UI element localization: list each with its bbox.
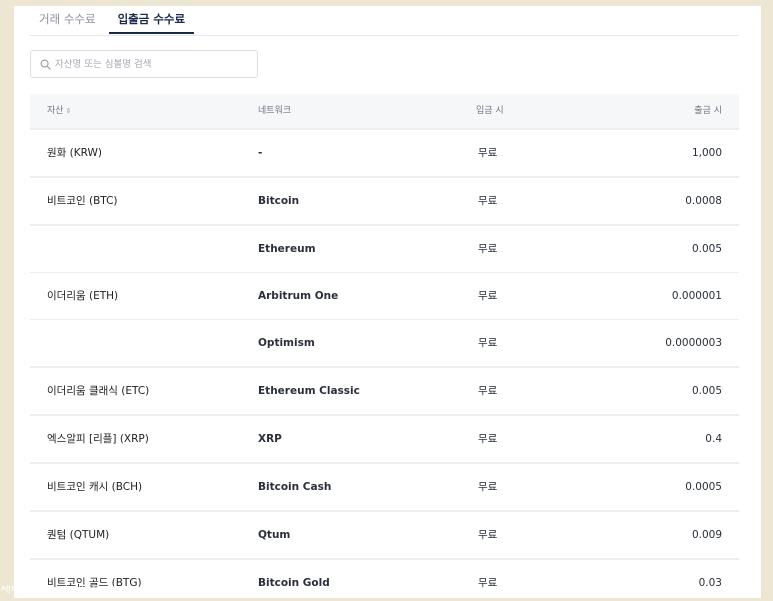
network-name: XRP bbox=[258, 433, 282, 445]
withdraw-fee: 0.000001 bbox=[671, 290, 722, 302]
withdraw-fee: 0.4 bbox=[705, 433, 722, 445]
header-network: 네트워크 bbox=[258, 106, 292, 116]
header-deposit: 입금 시 bbox=[476, 106, 504, 116]
deposit-fee: 무료 bbox=[478, 337, 498, 349]
table-row[interactable]: 엑스알피 [리플] (XRP) XRP 무료 0.4 bbox=[30, 415, 739, 463]
tab-trading-fee[interactable]: 거래 수수료 bbox=[30, 6, 105, 34]
deposit-fee: 무료 bbox=[478, 529, 498, 541]
table-row[interactable]: 비트코인 골드 (BTG) Bitcoin Gold 무료 0.03 bbox=[30, 559, 739, 598]
table-row[interactable]: 원화 (KRW) - 무료 1,000 bbox=[30, 129, 739, 177]
network-row: Bitcoin 무료 0.0008 bbox=[30, 177, 739, 224]
fee-panel: 거래 수수료 입출금 수수료 자산⇕ 네트워크 입금 시 출금 시 원화 (KR… bbox=[14, 6, 761, 598]
network-name: - bbox=[258, 147, 263, 159]
withdraw-fee: 0.03 bbox=[698, 577, 722, 589]
fee-table: 자산 ⇕ 네트워크 입금 시 출금 시 원화 (KRW) - 무료 1,000 비트코인 … bbox=[30, 94, 739, 598]
sort-icon[interactable]: ⇕ bbox=[66, 107, 72, 115]
table-row[interactable]: 퀀텀 (QTUM) Qtum 무료 0.009 bbox=[30, 511, 739, 559]
withdraw-fee: 0.005 bbox=[691, 243, 722, 255]
network-row: Bitcoin Cash 무료 0.0005 bbox=[30, 463, 739, 510]
withdraw-fee: 0.005 bbox=[691, 385, 722, 397]
table-row[interactable]: 이더리움 (ETH) Ethereum 무료 0.005 Arbitrum One 무료 0… bbox=[30, 225, 739, 367]
network-name: Bitcoin bbox=[258, 195, 300, 207]
header-asset[interactable]: 자산 ⇕ bbox=[47, 94, 71, 128]
network-row: Ethereum 무료 0.005 bbox=[30, 225, 739, 272]
header-asset-label: 자산 bbox=[47, 106, 64, 116]
network-row: Ethereum Classic 무료 0.005 bbox=[30, 367, 739, 414]
network-row: XRP 무료 0.4 bbox=[30, 415, 739, 462]
search-input[interactable] bbox=[55, 58, 245, 70]
withdraw-fee: 0.0000003 bbox=[665, 337, 722, 349]
network-row: Optimism 무료 0.0000003 bbox=[30, 319, 739, 366]
network-row: Qtum 무료 0.009 bbox=[30, 511, 739, 558]
deposit-fee: 무료 bbox=[478, 385, 498, 397]
network-name: Bitcoin Gold bbox=[258, 577, 330, 589]
network-name: Ethereum Classic bbox=[258, 385, 360, 397]
table-row[interactable]: 비트코인 (BTC) Bitcoin 무료 0.0008 bbox=[30, 177, 739, 225]
table-header: 자산 ⇕ 네트워크 입금 시 출금 시 bbox=[30, 94, 739, 129]
network-row: - 무료 1,000 bbox=[30, 129, 739, 176]
withdraw-fee: 0.0005 bbox=[685, 481, 722, 493]
header-withdraw: 출금 시 bbox=[694, 106, 722, 116]
search-box[interactable] bbox=[30, 50, 258, 78]
table-body: 원화 (KRW) - 무료 1,000 비트코인 (BTC) Bitcoin 무료 0.000… bbox=[30, 129, 739, 598]
network-name: Optimism bbox=[258, 337, 315, 349]
deposit-fee: 무료 bbox=[478, 433, 498, 445]
deposit-fee: 무료 bbox=[478, 481, 498, 493]
network-row: Bitcoin Gold 무료 0.03 bbox=[30, 559, 739, 598]
deposit-fee: 무료 bbox=[478, 195, 498, 207]
deposit-fee: 무료 bbox=[478, 243, 498, 255]
network-name: Bitcoin Cash bbox=[258, 481, 332, 493]
tab-deposit-withdrawal-fee[interactable]: 입출금 수수료 bbox=[108, 6, 195, 34]
table-row[interactable]: 비트코인 캐시 (BCH) Bitcoin Cash 무료 0.0005 bbox=[30, 463, 739, 511]
deposit-fee: 무료 bbox=[478, 577, 498, 589]
withdraw-fee: 1,000 bbox=[691, 147, 722, 159]
withdraw-fee: 0.0008 bbox=[685, 195, 722, 207]
deposit-fee: 무료 bbox=[478, 290, 498, 302]
network-name: Ethereum bbox=[258, 243, 316, 255]
network-row: Arbitrum One 무료 0.000001 bbox=[30, 272, 739, 319]
withdraw-fee: 0.009 bbox=[691, 529, 722, 541]
fee-tabs: 거래 수수료 입출금 수수료 bbox=[30, 6, 739, 36]
network-name: Arbitrum One bbox=[258, 290, 339, 302]
network-name: Qtum bbox=[258, 529, 291, 541]
search-icon bbox=[40, 59, 51, 70]
deposit-fee: 무료 bbox=[478, 147, 498, 159]
table-row[interactable]: 이더리움 클래식 (ETC) Ethereum Classic 무료 0.005 bbox=[30, 367, 739, 415]
